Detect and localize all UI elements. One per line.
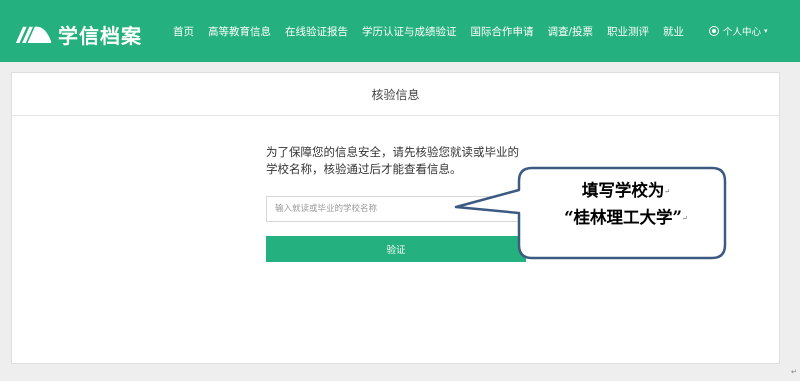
nav-employment[interactable]: 就业 <box>663 24 684 39</box>
nav-survey-vote[interactable]: 调查/投票 <box>548 24 594 39</box>
card-header: 核验信息 <box>12 73 779 116</box>
page-title: 核验信息 <box>371 87 420 102</box>
callout-line-2: “桂林理工大学”↵ <box>528 205 724 232</box>
user-center-label: 个人中心 <box>723 27 762 38</box>
brand-name: 学信档案 <box>58 23 142 48</box>
chevron-down-icon: ▾ <box>764 27 768 35</box>
logo-mark-icon <box>15 26 52 44</box>
nav-home[interactable]: 首页 <box>173 24 194 39</box>
nav-career-assessment[interactable]: 职业测评 <box>607 24 649 39</box>
nav-international-cooperation[interactable]: 国际合作申请 <box>471 24 534 39</box>
user-icon <box>709 26 719 36</box>
callout-text: 填写学校为↵ “桂林理工大学”↵ <box>528 178 724 231</box>
paragraph-mark-icon: ↵ <box>664 187 671 196</box>
callout-line-1-text: 填写学校为 <box>581 181 665 200</box>
instruction-line-1: 为了保障您的信息安全，请先核验您就读或毕业的 <box>266 145 519 159</box>
instruction-line-2: 学校名称，核验通过后才能查看信息。 <box>266 162 462 176</box>
user-center-menu[interactable]: 个人中心 ▾ <box>709 24 768 38</box>
paragraph-mark-icon: ↵ <box>791 368 797 376</box>
top-navbar: 学信档案 首页 高等教育信息 在线验证报告 学历认证与成绩验证 国际合作申请 调… <box>0 0 800 62</box>
nav-higher-education-info[interactable]: 高等教育信息 <box>208 24 271 39</box>
paragraph-mark-icon: ↵ <box>682 214 688 222</box>
callout-line-1: 填写学校为↵ <box>528 178 724 205</box>
school-name-input[interactable] <box>266 196 526 222</box>
callout-line-2-text: “桂林理工大学” <box>564 207 683 227</box>
brand-logo[interactable]: 学信档案 <box>14 20 142 48</box>
main-nav: 首页 高等教育信息 在线验证报告 学历认证与成绩验证 国际合作申请 调查/投票 … <box>173 24 698 39</box>
verify-button[interactable]: 验证 <box>266 236 526 262</box>
nav-online-verification-report[interactable]: 在线验证报告 <box>285 24 348 39</box>
instruction-text: 为了保障您的信息安全，请先核验您就读或毕业的 学校名称，核验通过后才能查看信息。 <box>266 144 536 178</box>
nav-degree-certification[interactable]: 学历认证与成绩验证 <box>362 24 457 39</box>
